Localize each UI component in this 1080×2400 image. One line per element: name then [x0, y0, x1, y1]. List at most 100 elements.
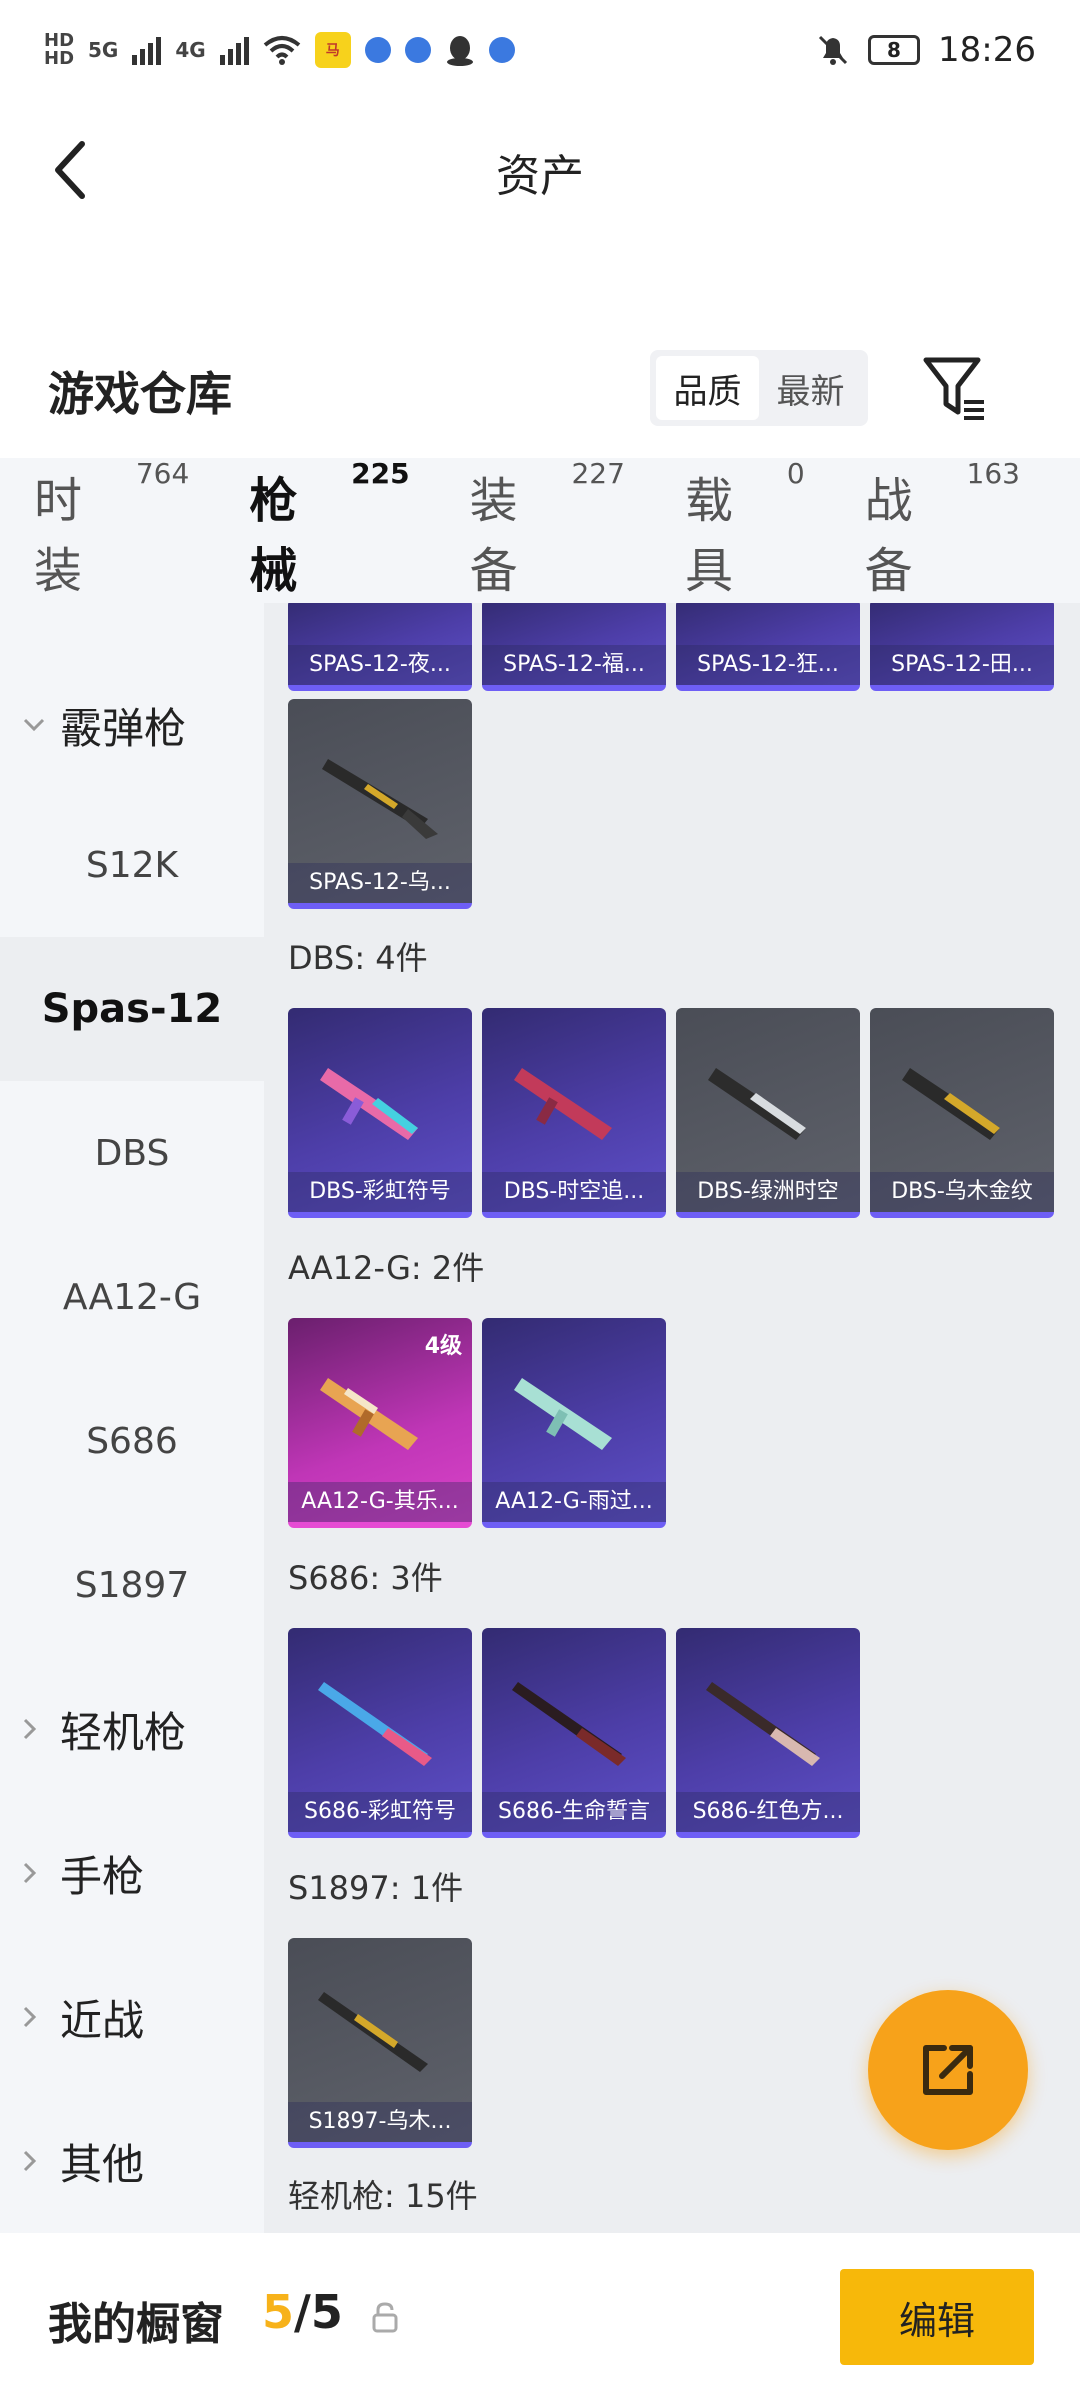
tab-vehicles[interactable]: 载具 0: [684, 457, 805, 601]
shotgun-image: [322, 759, 438, 839]
weapon-card[interactable]: DBS-彩虹符号: [288, 1008, 472, 1218]
sidebar-item-s12k[interactable]: S12K: [0, 793, 264, 937]
weapon-card[interactable]: AA12-G-雨过...: [482, 1318, 666, 1528]
s686-row: S686-彩虹符号 S686-生命誓言 S686-红色方...: [288, 1628, 860, 1838]
warehouse-title: 游戏仓库: [48, 367, 232, 421]
sidebar-group-melee[interactable]: 近战: [0, 1945, 264, 2089]
showcase-bar: 我的橱窗 5/5 编辑: [0, 2233, 1080, 2400]
tab-label: 载具: [684, 472, 733, 599]
dbs-row: DBS-彩虹符号 DBS-时空追... DBS-绿洲时空 DBS-乌木金纹: [288, 1008, 1054, 1218]
s1897-row: S1897-乌木...: [288, 1938, 472, 2148]
section-title-s686: S686: 3件: [288, 1559, 443, 1597]
app-dot-icon: [488, 37, 515, 63]
signal-icon: [132, 35, 162, 65]
shotgun-image: [512, 1682, 626, 1766]
weapon-card[interactable]: DBS-绿洲时空: [676, 1008, 860, 1218]
tab-count: 225: [351, 456, 410, 490]
tab-fashion[interactable]: 时装 764: [34, 457, 189, 601]
sidebar-item-s686[interactable]: S686: [0, 1369, 264, 1513]
filter-icon: [923, 357, 984, 420]
hd2-label: HD: [44, 48, 75, 69]
weapon-card[interactable]: S686-生命誓言: [482, 1628, 666, 1838]
sort-latest-option[interactable]: 最新: [759, 356, 862, 420]
tab-count: 0: [786, 456, 805, 490]
weapon-card[interactable]: SPAS-12-田...: [870, 603, 1054, 691]
weapon-card[interactable]: 4级 AA12-G-其乐...: [288, 1318, 472, 1528]
sidebar-item-dbs[interactable]: DBS: [0, 1081, 264, 1225]
tab-supplies[interactable]: 战备 163: [865, 457, 1020, 601]
chevron-right-icon: [23, 2006, 37, 2028]
weapon-card-label: S1897-乌木...: [288, 2102, 472, 2142]
network-4g-label: 4G: [175, 38, 206, 62]
weapon-card-label: S686-红色方...: [676, 1792, 860, 1832]
weapon-sidebar: 霰弹枪 S12K Spas-12 DBS AA12-G S686 S1897 轻…: [0, 603, 264, 2233]
app-dot-icon: [404, 37, 431, 63]
weapon-card[interactable]: S686-彩虹符号: [288, 1628, 472, 1838]
weapon-card[interactable]: S1897-乌木...: [288, 1938, 472, 2148]
sort-quality-option[interactable]: 品质: [656, 356, 759, 420]
weapon-card[interactable]: SPAS-12-狂...: [676, 603, 860, 691]
shotgun-image: [318, 1682, 432, 1766]
weapon-card[interactable]: DBS-乌木金纹: [870, 1008, 1054, 1218]
filter-button[interactable]: [920, 352, 990, 424]
sidebar-group-shotgun[interactable]: 霰弹枪: [0, 653, 264, 797]
aa12-row: 4级 AA12-G-其乐... AA12-G-雨过...: [288, 1318, 666, 1528]
category-tabs: 时装 764 枪械 225 装备 227 载具 0 战备 163: [0, 457, 1080, 623]
chevron-right-icon: [23, 1718, 37, 1740]
tab-equipment[interactable]: 装备 227: [470, 457, 625, 601]
weapon-card-label: S686-生命誓言: [482, 1792, 666, 1832]
sidebar-item-spas12[interactable]: Spas-12: [0, 937, 264, 1081]
app-header: 资产: [0, 100, 1080, 240]
weapon-card[interactable]: SPAS-12-福...: [482, 603, 666, 691]
qq-icon: [446, 36, 473, 66]
edit-button[interactable]: 编辑: [840, 2269, 1034, 2365]
tab-count: 764: [135, 456, 190, 490]
weapon-card[interactable]: SPAS-12-夜...: [288, 603, 472, 691]
weapon-card[interactable]: SPAS-12-乌...: [288, 699, 472, 909]
shotgun-image: [318, 1992, 428, 2072]
weapon-card-label: SPAS-12-福...: [482, 645, 666, 685]
weapon-card[interactable]: S686-红色方...: [676, 1628, 860, 1838]
chevron-right-icon: [23, 2150, 37, 2172]
hd-indicator: HD HD: [44, 32, 74, 68]
sidebar-group-lmg[interactable]: 轻机枪: [0, 1657, 264, 1801]
page-title: 资产: [496, 151, 584, 202]
sidebar-item-s1897[interactable]: S1897: [0, 1513, 264, 1657]
share-icon: [923, 2045, 973, 2095]
tab-firearms[interactable]: 枪械 225: [249, 457, 410, 623]
warehouse-bar: 游戏仓库 品质 最新: [0, 330, 1080, 450]
spas-row-2: SPAS-12-乌...: [288, 699, 472, 909]
network-5g-label: 5G: [88, 38, 119, 62]
showcase-total: 5: [310, 2285, 343, 2339]
rifle-image: [514, 1068, 612, 1140]
sidebar-group-pistol[interactable]: 手枪: [0, 1801, 264, 1945]
rifle-image: [902, 1068, 1000, 1140]
weapon-card-label: DBS-彩虹符号: [288, 1172, 472, 1212]
weapon-card-label: SPAS-12-乌...: [288, 863, 472, 903]
section-title-aa12g: AA12-G: 2件: [288, 1249, 485, 1287]
sidebar-group-other[interactable]: 其他: [0, 2089, 264, 2233]
status-left: HD HD 5G 4G 马: [44, 32, 515, 68]
weapon-card-label: SPAS-12-狂...: [676, 645, 860, 685]
sidebar-group-label: 其他: [60, 2139, 145, 2189]
status-time: 18:26: [938, 30, 1036, 70]
rifle-image: [320, 1378, 418, 1450]
sidebar-group-label: 近战: [60, 1995, 145, 2045]
weapon-card[interactable]: DBS-时空追...: [482, 1008, 666, 1218]
sort-toggle: 品质 最新: [650, 350, 868, 426]
weapon-card-label: SPAS-12-田...: [870, 645, 1054, 685]
weapon-grid: SPAS-12-夜... SPAS-12-福... SPAS-12-狂... S…: [264, 603, 1080, 2233]
app-notification-icon: 马: [314, 32, 351, 68]
weapon-card-label: DBS-乌木金纹: [870, 1172, 1054, 1212]
rifle-image: [320, 1068, 418, 1140]
sidebar-item-aa12g[interactable]: AA12-G: [0, 1225, 264, 1369]
rifle-image: [514, 1378, 612, 1450]
section-title-lmg: 轻机枪: 15件: [288, 2177, 478, 2215]
showcase-separator: /: [294, 2285, 311, 2339]
showcase-label: 我的橱窗: [48, 2299, 224, 2350]
bell-muted-icon: [818, 35, 848, 65]
weapon-card-label: AA12-G-其乐...: [288, 1482, 472, 1522]
wifi-icon: [263, 36, 300, 65]
share-fab-button[interactable]: [868, 1990, 1028, 2150]
status-bar: HD HD 5G 4G 马 8 18:26: [0, 0, 1080, 100]
